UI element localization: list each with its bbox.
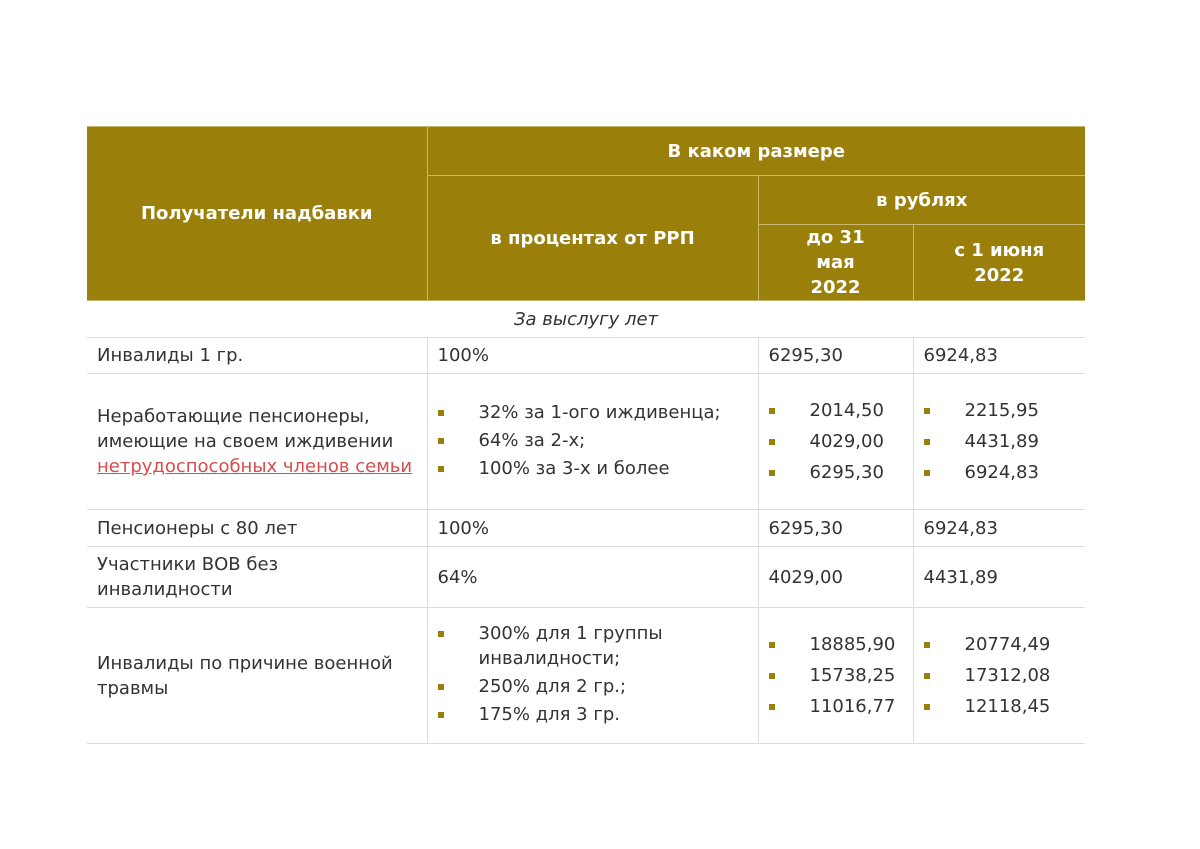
row-from-value: 20774,49 17312,08 12118,45: [913, 607, 1086, 744]
percent-list: 300% для 1 группы инвалидности; 250% для…: [437, 621, 748, 727]
row-label: Пенсионеры с 80 лет: [87, 509, 428, 547]
list-item: 64% за 2-х;: [437, 428, 748, 453]
row-until-value: 18885,90 15738,25 11016,77: [758, 607, 914, 744]
list-item: 11016,77: [768, 691, 903, 722]
list-item: 15738,25: [768, 660, 903, 691]
list-item: 100% за 3-х и более: [437, 456, 748, 481]
list-item: 32% за 1-ого иждивенца;: [437, 400, 748, 425]
row-until-value: 6295,30: [758, 337, 914, 374]
supplements-table: Получатели надбавки В каком размере в пр…: [87, 126, 1086, 744]
until-list: 18885,90 15738,25 11016,77: [768, 629, 903, 722]
list-item: 6295,30: [768, 457, 903, 488]
row-from-value: 2215,95 4431,89 6924,83: [913, 373, 1086, 510]
list-item: 12118,45: [923, 691, 1076, 722]
header-rubles: в рублях: [757, 175, 1086, 225]
header-percent: в процентах от РРП: [426, 175, 759, 301]
row-label: Неработающие пенсионеры, имеющие на свое…: [87, 373, 428, 510]
row-label: Инвалиды по причине военной травмы: [87, 607, 428, 744]
row-label-text: Неработающие пенсионеры, имеющие на свое…: [97, 406, 394, 452]
table-row: Неработающие пенсионеры, имеющие на свое…: [87, 373, 1086, 510]
list-item: 4431,89: [923, 426, 1076, 457]
row-until-value: 2014,50 4029,00 6295,30: [758, 373, 914, 510]
table-row: Пенсионеры с 80 лет 100% 6295,30 6924,83: [87, 509, 1086, 547]
row-from-value: 4431,89: [913, 546, 1086, 608]
section-title: За выслугу лет: [87, 300, 1086, 338]
list-item: 17312,08: [923, 660, 1076, 691]
row-percent: 64%: [427, 546, 759, 608]
row-label: Инвалиды 1 гр.: [87, 337, 428, 374]
header-amount: В каком размере: [426, 126, 1086, 176]
list-item: 2014,50: [768, 395, 903, 426]
row-percent: 32% за 1-ого иждивенца; 64% за 2-х; 100%…: [427, 373, 759, 510]
disabled-family-link[interactable]: нетрудоспособных членов семьи: [97, 456, 412, 477]
table-row: Участники ВОВ без инвалидности 64% 4029,…: [87, 546, 1086, 608]
list-item: 20774,49: [923, 629, 1076, 660]
table-row: Инвалиды по причине военной травмы 300% …: [87, 607, 1086, 744]
row-until-value: 6295,30: [758, 509, 914, 547]
header-recipients: Получатели надбавки: [87, 126, 428, 301]
percent-list: 32% за 1-ого иждивенца; 64% за 2-х; 100%…: [437, 400, 748, 481]
row-percent: 100%: [427, 337, 759, 374]
list-item: 300% для 1 группы инвалидности;: [437, 621, 748, 671]
list-item: 4029,00: [768, 426, 903, 457]
from-list: 2215,95 4431,89 6924,83: [923, 395, 1076, 488]
list-item: 18885,90: [768, 629, 903, 660]
list-item: 250% для 2 гр.;: [437, 674, 748, 699]
row-percent: 100%: [427, 509, 759, 547]
list-item: 2215,95: [923, 395, 1076, 426]
row-label: Участники ВОВ без инвалидности: [87, 546, 428, 608]
list-item: 6924,83: [923, 457, 1076, 488]
list-item: 175% для 3 гр.: [437, 702, 748, 727]
from-list: 20774,49 17312,08 12118,45: [923, 629, 1076, 722]
row-percent: 300% для 1 группы инвалидности; 250% для…: [427, 607, 759, 744]
row-from-value: 6924,83: [913, 509, 1086, 547]
header-from-june: с 1 июня 2022: [912, 224, 1086, 301]
until-list: 2014,50 4029,00 6295,30: [768, 395, 903, 488]
row-from-value: 6924,83: [913, 337, 1086, 374]
row-until-value: 4029,00: [758, 546, 914, 608]
table-row: Инвалиды 1 гр. 100% 6295,30 6924,83: [87, 337, 1086, 374]
header-until-may: до 31 мая 2022: [757, 224, 914, 301]
